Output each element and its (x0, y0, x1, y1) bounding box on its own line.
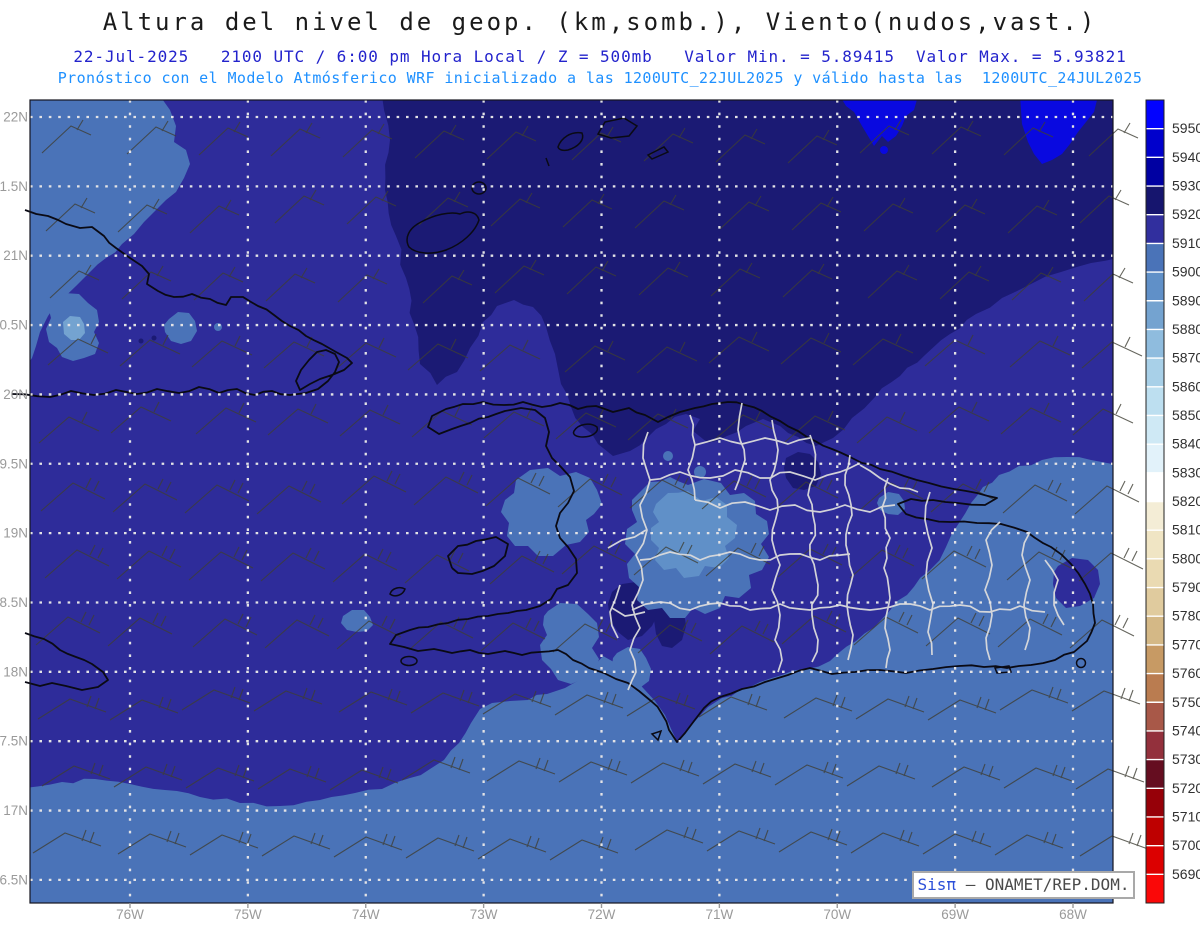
colorbar-label: 5850 (1172, 407, 1200, 423)
colorbar-label: 5940 (1172, 149, 1200, 165)
lon-label: 70W (823, 907, 851, 922)
colorbar-segment (1146, 616, 1164, 645)
colorbar-segment (1146, 530, 1164, 559)
colorbar-segment (1146, 759, 1164, 789)
map-canvas: 22N 1.5N 21N 0.5N 20N 9.5N 19N 8.5N 18N 7.5N 17N 6.… (0, 99, 1200, 922)
lat-label: 8.5N (0, 595, 28, 610)
colorbar-segment (1146, 128, 1164, 158)
colorbar-segment (1146, 816, 1164, 846)
colorbar-segment (1146, 644, 1164, 674)
colorbar-label: 5910 (1172, 235, 1200, 251)
colorbar-label: 5870 (1172, 350, 1200, 366)
colorbar-segment (1146, 845, 1164, 875)
colorbar: 5950 5940 5930 5920 5910 5900 5890 5880 5870 5860… (1145, 99, 1200, 904)
colorbar-segment (1146, 702, 1164, 731)
colorbar-label: 5750 (1172, 694, 1200, 710)
band-5920-5930-dot (151, 335, 157, 341)
colorbar-label: 5780 (1172, 608, 1200, 624)
colorbar-segment (1146, 100, 1164, 129)
colorbar-label: 5880 (1172, 321, 1200, 337)
lat-label: 0.5N (0, 318, 28, 333)
lat-label: 17N (3, 803, 28, 818)
lon-label: 72W (588, 907, 616, 922)
colorbar-label: 5900 (1172, 264, 1200, 280)
colorbar-label: 5760 (1172, 665, 1200, 681)
band-5930-5940-dot (880, 146, 888, 154)
colorbar-segment (1146, 673, 1164, 703)
colorbar-segment (1146, 186, 1164, 215)
lat-label: 20N (3, 387, 28, 402)
colorbar-label: 5740 (1172, 722, 1200, 738)
colorbar-label: 5860 (1172, 378, 1200, 394)
credit-badge: Sisπ – ONAMET/REP.DOM. (912, 871, 1135, 899)
colorbar-segment (1146, 386, 1164, 416)
colorbar-segment (1146, 415, 1164, 445)
colorbar-segment (1146, 300, 1164, 330)
colorbar-segment (1146, 358, 1164, 387)
lon-label: 68W (1059, 907, 1087, 922)
colorbar-segment (1146, 272, 1164, 301)
lat-label: 6.5N (0, 872, 28, 887)
lat-label: 9.5N (0, 456, 28, 471)
weather-map-page: Altura del nivel de geop. (km,somb.), Vi… (0, 0, 1200, 927)
lon-label: 76W (116, 907, 144, 922)
lon-label: 71W (705, 907, 733, 922)
lon-label: 74W (352, 907, 380, 922)
colorbar-segment (1146, 157, 1164, 187)
colorbar-label: 5950 (1172, 120, 1200, 136)
band-5920-5930-dot (138, 338, 144, 344)
colorbar-label: 5930 (1172, 178, 1200, 194)
colorbar-segment (1146, 501, 1164, 531)
lat-label: 18N (3, 664, 28, 679)
lat-label: 22N (3, 110, 28, 125)
lon-label: 75W (234, 907, 262, 922)
band-5900-5910-dot (663, 451, 673, 461)
colorbar-segment (1146, 472, 1164, 502)
colorbar-label: 5700 (1172, 837, 1200, 853)
colorbar-segment (1146, 329, 1164, 359)
colorbar-label: 5920 (1172, 206, 1200, 222)
colorbar-segment (1146, 730, 1164, 760)
lon-label: 73W (470, 907, 498, 922)
colorbar-label: 5730 (1172, 751, 1200, 767)
colorbar-segment (1146, 874, 1164, 903)
credit-system-name: Sisπ (917, 875, 957, 894)
lat-label: 1.5N (0, 179, 28, 194)
colorbar-label: 5690 (1172, 866, 1200, 882)
colorbar-label: 5720 (1172, 780, 1200, 796)
lon-label: 69W (941, 907, 969, 922)
colorbar-segment (1146, 243, 1164, 273)
lat-label: 19N (3, 526, 28, 541)
lat-label: 21N (3, 248, 28, 263)
colorbar-label: 5770 (1172, 636, 1200, 652)
colorbar-segment (1146, 558, 1164, 588)
colorbar-label: 5840 (1172, 436, 1200, 452)
credit-org: – ONAMET/REP.DOM. (956, 875, 1130, 894)
colorbar-segment (1146, 444, 1164, 473)
colorbar-label: 5790 (1172, 579, 1200, 595)
colorbar-label: 5820 (1172, 493, 1200, 509)
colorbar-label: 5890 (1172, 292, 1200, 308)
colorbar-segment (1146, 214, 1164, 244)
colorbar-segment (1146, 587, 1164, 617)
lat-label: 7.5N (0, 734, 28, 749)
colorbar-label: 5800 (1172, 550, 1200, 566)
colorbar-label: 5710 (1172, 808, 1200, 824)
colorbar-segment (1146, 788, 1164, 817)
colorbar-label: 5810 (1172, 522, 1200, 538)
colorbar-label: 5830 (1172, 464, 1200, 480)
